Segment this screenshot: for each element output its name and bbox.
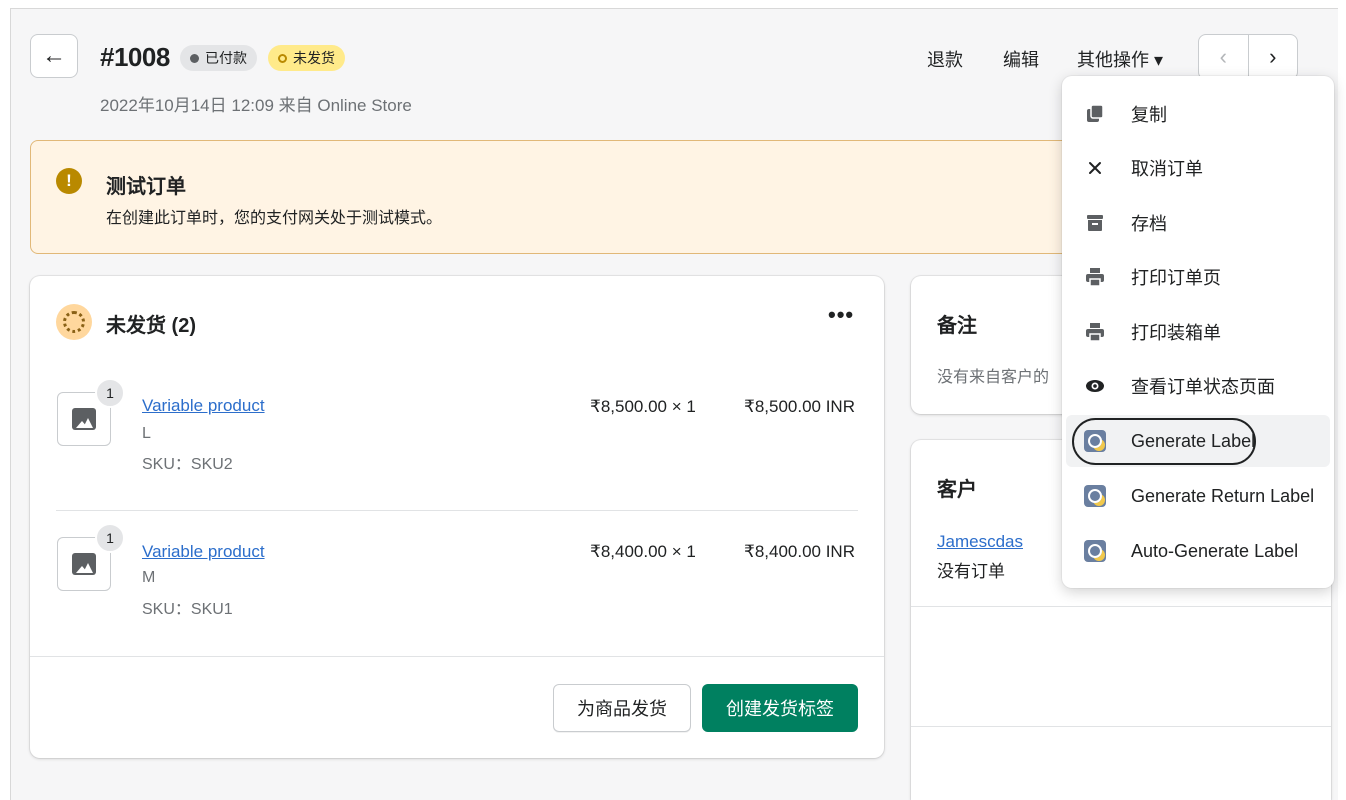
status-badge-paid: 已付款 (180, 45, 257, 71)
menu-item-generate-return-label[interactable]: Generate Return Label (1062, 470, 1334, 522)
app-icon (1084, 540, 1106, 562)
dot-icon (190, 53, 199, 63)
test-order-banner (30, 140, 1110, 254)
print-icon (1084, 266, 1106, 288)
unfulfilled-icon (56, 304, 92, 340)
menu-item-label: 复制 (1131, 105, 1167, 125)
quantity-badge: 1 (95, 523, 125, 553)
badge-label: 已付款 (205, 50, 247, 66)
customer-orders: 没有订单 (937, 562, 1005, 581)
order-pager: ‹ › (1198, 34, 1298, 80)
status-badge-unfulfilled: 未发货 (268, 45, 345, 71)
menu-item-auto-generate-label[interactable]: Auto-Generate Label (1062, 525, 1334, 577)
app-icon (1084, 485, 1106, 507)
focus-ring (1072, 418, 1256, 465)
unfulfilled-title: 未发货 (2) (106, 315, 196, 337)
order-date-source: 2022年10月14日 12:09 来自 Online Store (100, 96, 412, 115)
chevron-left-icon: ‹ (1219, 44, 1227, 69)
product-variant: M (142, 569, 156, 586)
line-total: ₹8,400.00 INR (744, 542, 855, 561)
notes-text: 没有来自客户的 (937, 369, 1050, 386)
more-actions-button[interactable]: 其他操作 ▾ (1077, 46, 1163, 72)
product-variant: L (142, 425, 151, 442)
quantity-badge: 1 (95, 378, 125, 408)
create-shipping-label-button[interactable]: 创建发货标签 (702, 684, 858, 732)
customer-name-link[interactable]: Jamescdas (937, 532, 1023, 552)
customer-title: 客户 (937, 479, 977, 501)
product-sku: SKU：SKU1 (142, 601, 233, 618)
badge-label: 未发货 (293, 50, 335, 66)
fulfill-items-button[interactable]: 为商品发货 (553, 684, 691, 732)
divider (911, 726, 1331, 727)
menu-item-duplicate[interactable]: 复制 (1062, 88, 1334, 140)
eye-icon (1084, 375, 1106, 397)
banner-title: 测试订单 (106, 176, 186, 198)
unit-price: ₹8,500.00 × 1 (590, 397, 696, 416)
previous-order-button[interactable]: ‹ (1199, 35, 1249, 79)
unit-price: ₹8,400.00 × 1 (590, 542, 696, 561)
menu-item-label: 查看订单状态页面 (1131, 377, 1275, 397)
divider (911, 606, 1331, 607)
menu-item-label: 打印装箱单 (1131, 323, 1221, 343)
arrow-left-icon: ← (42, 42, 66, 69)
duplicate-icon (1084, 103, 1106, 125)
back-button[interactable]: ← (30, 34, 78, 78)
product-link[interactable]: Variable product (142, 396, 265, 416)
warning-icon: ! (56, 168, 82, 194)
notes-title: 备注 (937, 315, 977, 337)
chevron-right-icon: › (1269, 44, 1277, 69)
ring-icon (278, 53, 287, 63)
page-title: #1008 (100, 42, 170, 72)
menu-item-label: Generate Return Label (1131, 485, 1315, 506)
menu-item-print-order[interactable]: 打印订单页 (1062, 251, 1334, 303)
menu-item-view-status-page[interactable]: 查看订单状态页面 (1062, 360, 1334, 412)
menu-item-label: Auto-Generate Label (1131, 540, 1299, 561)
product-sku: SKU：SKU2 (142, 456, 233, 473)
print-icon (1084, 321, 1106, 343)
more-horizontal-icon[interactable]: ••• (828, 302, 854, 328)
line-total: ₹8,500.00 INR (744, 397, 855, 416)
refund-button[interactable]: 退款 (927, 46, 963, 72)
menu-item-print-packing-slip[interactable]: 打印装箱单 (1062, 306, 1334, 358)
next-order-button[interactable]: › (1249, 35, 1298, 79)
archive-icon (1084, 212, 1106, 234)
menu-item-label: 取消订单 (1131, 159, 1203, 179)
edit-button[interactable]: 编辑 (1003, 46, 1039, 72)
banner-text: 在创建此订单时，您的支付网关处于测试模式。 (106, 210, 443, 227)
more-actions-menu: 复制 取消订单 存档 打印订单页 打印装箱单 查看订单状态页面 Generate… (1062, 76, 1334, 588)
menu-item-label: 存档 (1131, 214, 1167, 234)
close-icon (1084, 157, 1106, 179)
menu-item-archive[interactable]: 存档 (1062, 197, 1334, 249)
menu-item-cancel-order[interactable]: 取消订单 (1062, 142, 1334, 194)
divider (56, 510, 858, 511)
product-link[interactable]: Variable product (142, 542, 265, 562)
menu-item-label: 打印订单页 (1131, 268, 1221, 288)
divider (30, 656, 884, 657)
image-icon (72, 408, 96, 430)
image-icon (72, 553, 96, 575)
